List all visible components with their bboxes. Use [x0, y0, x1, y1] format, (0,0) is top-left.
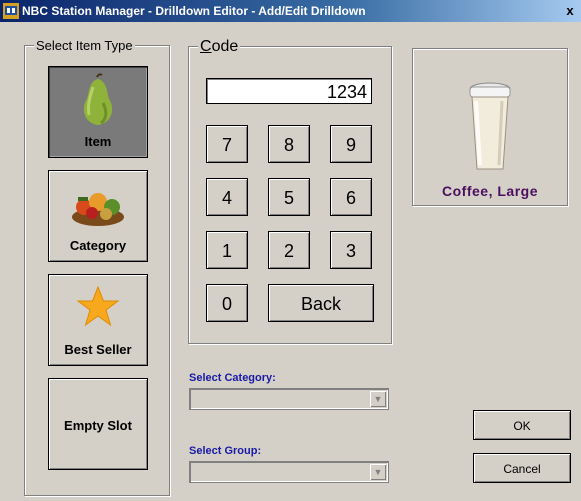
keypad-8-button[interactable]: 8	[268, 125, 310, 163]
item-type-item-button[interactable]: Item	[48, 66, 148, 158]
coffee-cup-icon	[469, 82, 511, 170]
item-type-group-label: Select Item Type	[34, 38, 135, 53]
keypad-5-button[interactable]: 5	[268, 178, 310, 216]
cancel-button[interactable]: Cancel	[473, 453, 571, 483]
ok-button[interactable]: OK	[473, 410, 571, 440]
code-input[interactable]: 1234	[206, 78, 372, 104]
preview-item-name: Coffee, Large	[442, 183, 538, 199]
drilldown-editor-window: Select Item Type Item Category Best Sell…	[0, 22, 581, 501]
close-icon[interactable]: x	[561, 2, 579, 20]
select-category-dropdown[interactable]: ▼	[189, 388, 389, 410]
item-type-item-label: Item	[84, 134, 112, 149]
keypad-9-button[interactable]: 9	[330, 125, 372, 163]
keypad-back-button[interactable]: Back	[268, 284, 374, 322]
item-type-category-button[interactable]: Category	[48, 170, 148, 262]
chevron-down-icon[interactable]: ▼	[370, 464, 386, 480]
item-preview: Coffee, Large	[412, 48, 568, 206]
window-title: NBC Station Manager - Drilldown Editor -…	[22, 4, 366, 18]
title-bar: NBC Station Manager - Drilldown Editor -…	[0, 0, 581, 22]
item-type-best-seller-label: Best Seller	[64, 342, 132, 357]
select-category-label: Select Category:	[189, 372, 276, 384]
app-icon	[3, 3, 19, 19]
food-basket-icon	[72, 193, 124, 226]
keypad-6-button[interactable]: 6	[330, 178, 372, 216]
code-group-label: Code	[198, 38, 241, 56]
keypad-2-button[interactable]: 2	[268, 231, 310, 269]
star-icon	[76, 285, 120, 327]
keypad-0-button[interactable]: 0	[206, 284, 248, 322]
item-type-best-seller-button[interactable]: Best Seller	[48, 274, 148, 366]
chevron-down-icon[interactable]: ▼	[370, 391, 386, 407]
item-type-empty-slot-button[interactable]: Empty Slot	[48, 378, 148, 470]
code-mnemonic: C	[200, 38, 212, 55]
keypad-3-button[interactable]: 3	[330, 231, 372, 269]
item-type-category-label: Category	[69, 238, 127, 253]
item-type-empty-slot-label: Empty Slot	[64, 418, 132, 433]
code-label-rest: ode	[211, 38, 239, 55]
pear-icon	[83, 73, 113, 125]
select-group-label: Select Group:	[189, 445, 262, 457]
keypad-1-button[interactable]: 1	[206, 231, 248, 269]
keypad-7-button[interactable]: 7	[206, 125, 248, 163]
keypad-4-button[interactable]: 4	[206, 178, 248, 216]
select-group-dropdown[interactable]: ▼	[189, 461, 389, 483]
